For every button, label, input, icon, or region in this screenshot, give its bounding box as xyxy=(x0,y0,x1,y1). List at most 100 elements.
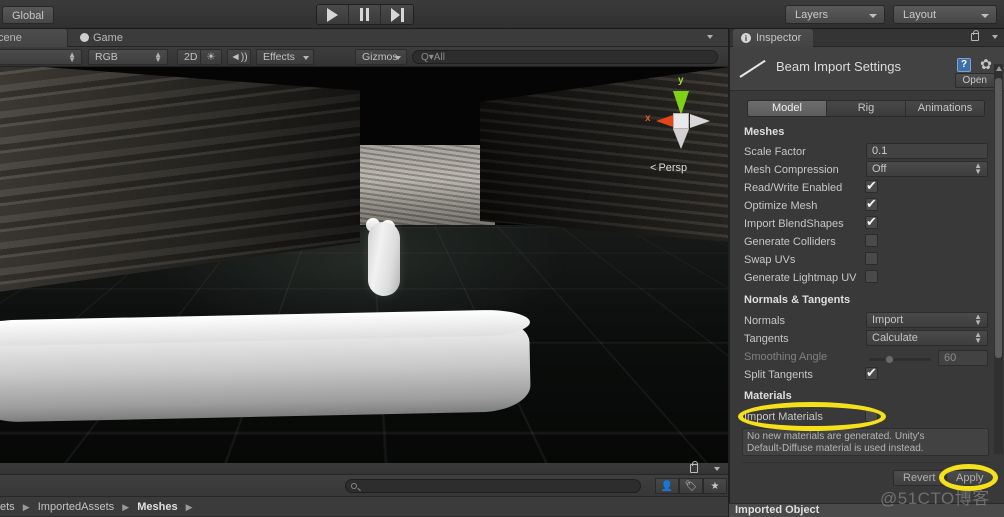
import-materials-checkbox[interactable] xyxy=(865,409,878,422)
chevron-down-icon xyxy=(707,35,713,39)
layout-dropdown[interactable]: Layout xyxy=(893,5,997,24)
gizmo-y-label: y xyxy=(678,75,684,86)
tangents-value: Calculate xyxy=(872,332,918,344)
asset-preview-thumbnail xyxy=(738,56,772,84)
label-optimize-mesh: Optimize Mesh xyxy=(744,200,818,212)
scene-viewport[interactable]: y x < Persp xyxy=(0,67,728,463)
chevron-down-icon xyxy=(395,56,401,60)
color-mode-label: RGB xyxy=(95,51,118,63)
beam-mesh-icon xyxy=(739,59,766,78)
tab-model[interactable]: Model xyxy=(748,101,827,116)
step-button[interactable] xyxy=(381,5,413,24)
generate-colliders-checkbox[interactable] xyxy=(865,234,878,247)
label-import-blendshapes: Import BlendShapes xyxy=(744,218,844,230)
materials-help-line-1: No new materials are generated. Unity's xyxy=(747,431,925,442)
mesh-compression-dropdown[interactable]: Off ▲ ▼ xyxy=(866,161,988,177)
filter-by-label-button[interactable]: 🏷 xyxy=(679,478,703,494)
scroll-up-icon[interactable] xyxy=(995,66,1002,71)
help-icon[interactable]: ? xyxy=(957,58,971,72)
breadcrumb-item-meshes[interactable]: Meshes xyxy=(137,501,177,513)
scene-back-wall xyxy=(345,145,495,227)
smoothing-angle-slider[interactable] xyxy=(869,358,931,361)
pivot-rotation-button[interactable]: Global xyxy=(2,6,54,24)
label-read-write-enabled: Read/Write Enabled xyxy=(744,182,843,194)
sun-icon: ☀ xyxy=(206,51,216,63)
optimize-mesh-checkbox[interactable] xyxy=(865,196,878,211)
tab-inspector-label: Inspector xyxy=(756,31,802,44)
layout-label: Layout xyxy=(903,9,937,21)
draw-mode-dropdown[interactable]: ured ▲▼ xyxy=(0,49,82,65)
open-button[interactable]: Open xyxy=(954,73,995,88)
label-split-tangents: Split Tangents xyxy=(744,369,813,381)
filter-by-type-button[interactable]: 👤 xyxy=(655,478,679,494)
favorite-icon: ★ xyxy=(710,480,720,492)
chevron-down-icon xyxy=(714,467,720,471)
swap-uvs-checkbox[interactable] xyxy=(865,252,878,265)
favorites-button[interactable]: ★ xyxy=(703,478,727,494)
gizmo-projection-toggle[interactable]: < Persp xyxy=(650,162,687,174)
tab-inspector[interactable]: i Inspector xyxy=(733,29,814,47)
tab-animations[interactable]: Animations xyxy=(906,101,984,116)
scene-audio-toggle[interactable]: ◄)) xyxy=(227,49,251,65)
breadcrumb-item-assets[interactable]: ets xyxy=(0,501,15,513)
label-tangents: Tangents xyxy=(744,333,789,345)
tangents-dropdown[interactable]: Calculate ▲ ▼ xyxy=(866,330,988,346)
scene-view-gizmo[interactable]: y x < Persp xyxy=(640,71,720,181)
play-button[interactable] xyxy=(317,5,349,24)
lock-icon[interactable] xyxy=(971,30,979,41)
inspector-scrollbar-thumb[interactable] xyxy=(995,78,1002,358)
updown-icon: ▲ ▼ xyxy=(68,50,76,64)
project-panel: 👤 🏷 ★ ets ▶ ImportedAssets ▶ Meshes ▶ xyxy=(0,461,728,517)
gizmo-center-cube-icon[interactable] xyxy=(673,113,689,129)
tab-game-label: Game xyxy=(93,32,123,44)
tab-rig[interactable]: Rig xyxy=(827,101,906,116)
label-normals: Normals xyxy=(744,315,785,327)
label-import-materials: Import Materials xyxy=(744,411,823,423)
unity-editor-window: Global Layers Layout cene Game ▲ ▼ RGB ▲… xyxy=(0,0,1004,517)
label-generate-lightmap-uvs: Generate Lightmap UV xyxy=(744,272,857,284)
label-scale-factor: Scale Factor xyxy=(744,146,806,158)
gizmo-y-cone-icon[interactable] xyxy=(673,91,689,115)
label-generate-colliders: Generate Colliders xyxy=(744,236,836,248)
breadcrumb-separator-icon: ▶ xyxy=(22,502,30,512)
gear-icon[interactable]: ✿ xyxy=(979,57,993,72)
generate-lightmap-uvs-checkbox[interactable] xyxy=(865,270,878,283)
updown-icon: ▲ ▼ xyxy=(974,312,982,327)
inspector-divider xyxy=(742,462,990,463)
scene-search-input[interactable]: Q▾All xyxy=(412,50,718,64)
project-search-row: 👤 🏷 ★ xyxy=(0,475,728,497)
gizmos-dropdown[interactable]: Gizmos xyxy=(355,49,407,65)
gizmo-negy-cone-icon[interactable] xyxy=(673,129,689,149)
game-icon xyxy=(80,33,89,42)
tab-scene[interactable]: cene xyxy=(0,29,68,47)
inspector-scrollbar[interactable] xyxy=(994,64,1003,454)
gizmo-projection-label: Persp xyxy=(658,162,688,174)
lock-icon[interactable] xyxy=(690,461,699,473)
avatar-icon: 👤 xyxy=(660,480,674,492)
smoothing-angle-input[interactable]: 60 xyxy=(938,350,988,366)
normals-dropdown[interactable]: Import ▲ ▼ xyxy=(866,312,988,328)
label-icon: 🏷 xyxy=(684,480,698,492)
project-search-input[interactable] xyxy=(345,479,641,493)
scene-capsule-object[interactable] xyxy=(368,222,400,296)
smoothing-angle-slider-handle[interactable] xyxy=(885,355,894,364)
breadcrumb-item-importedassets[interactable]: ImportedAssets xyxy=(38,501,114,513)
breadcrumb-separator-icon: ▶ xyxy=(122,502,130,512)
gizmo-z-cone-icon[interactable] xyxy=(690,114,710,128)
pause-button[interactable] xyxy=(349,5,381,24)
main-toolbar: Global Layers Layout xyxy=(0,0,1004,29)
inspector-tabbar: i Inspector xyxy=(730,29,1004,47)
scene-panel-menu-button[interactable] xyxy=(707,32,725,43)
layers-dropdown[interactable]: Layers xyxy=(785,5,885,24)
import-blendshapes-checkbox[interactable] xyxy=(865,214,878,229)
tab-game[interactable]: Game xyxy=(70,29,133,47)
label-swap-uvs: Swap UVs xyxy=(744,254,796,266)
color-mode-dropdown[interactable]: RGB ▲ ▼ xyxy=(88,49,168,65)
read-write-enabled-checkbox[interactable] xyxy=(865,178,878,193)
effects-dropdown[interactable]: Effects xyxy=(256,49,314,65)
split-tangents-checkbox[interactable] xyxy=(865,365,878,380)
scene-lighting-toggle[interactable]: ☀ xyxy=(200,49,222,65)
layers-label: Layers xyxy=(795,9,829,21)
scale-factor-input[interactable]: 0.1 xyxy=(866,143,988,159)
step-icon xyxy=(390,7,404,22)
